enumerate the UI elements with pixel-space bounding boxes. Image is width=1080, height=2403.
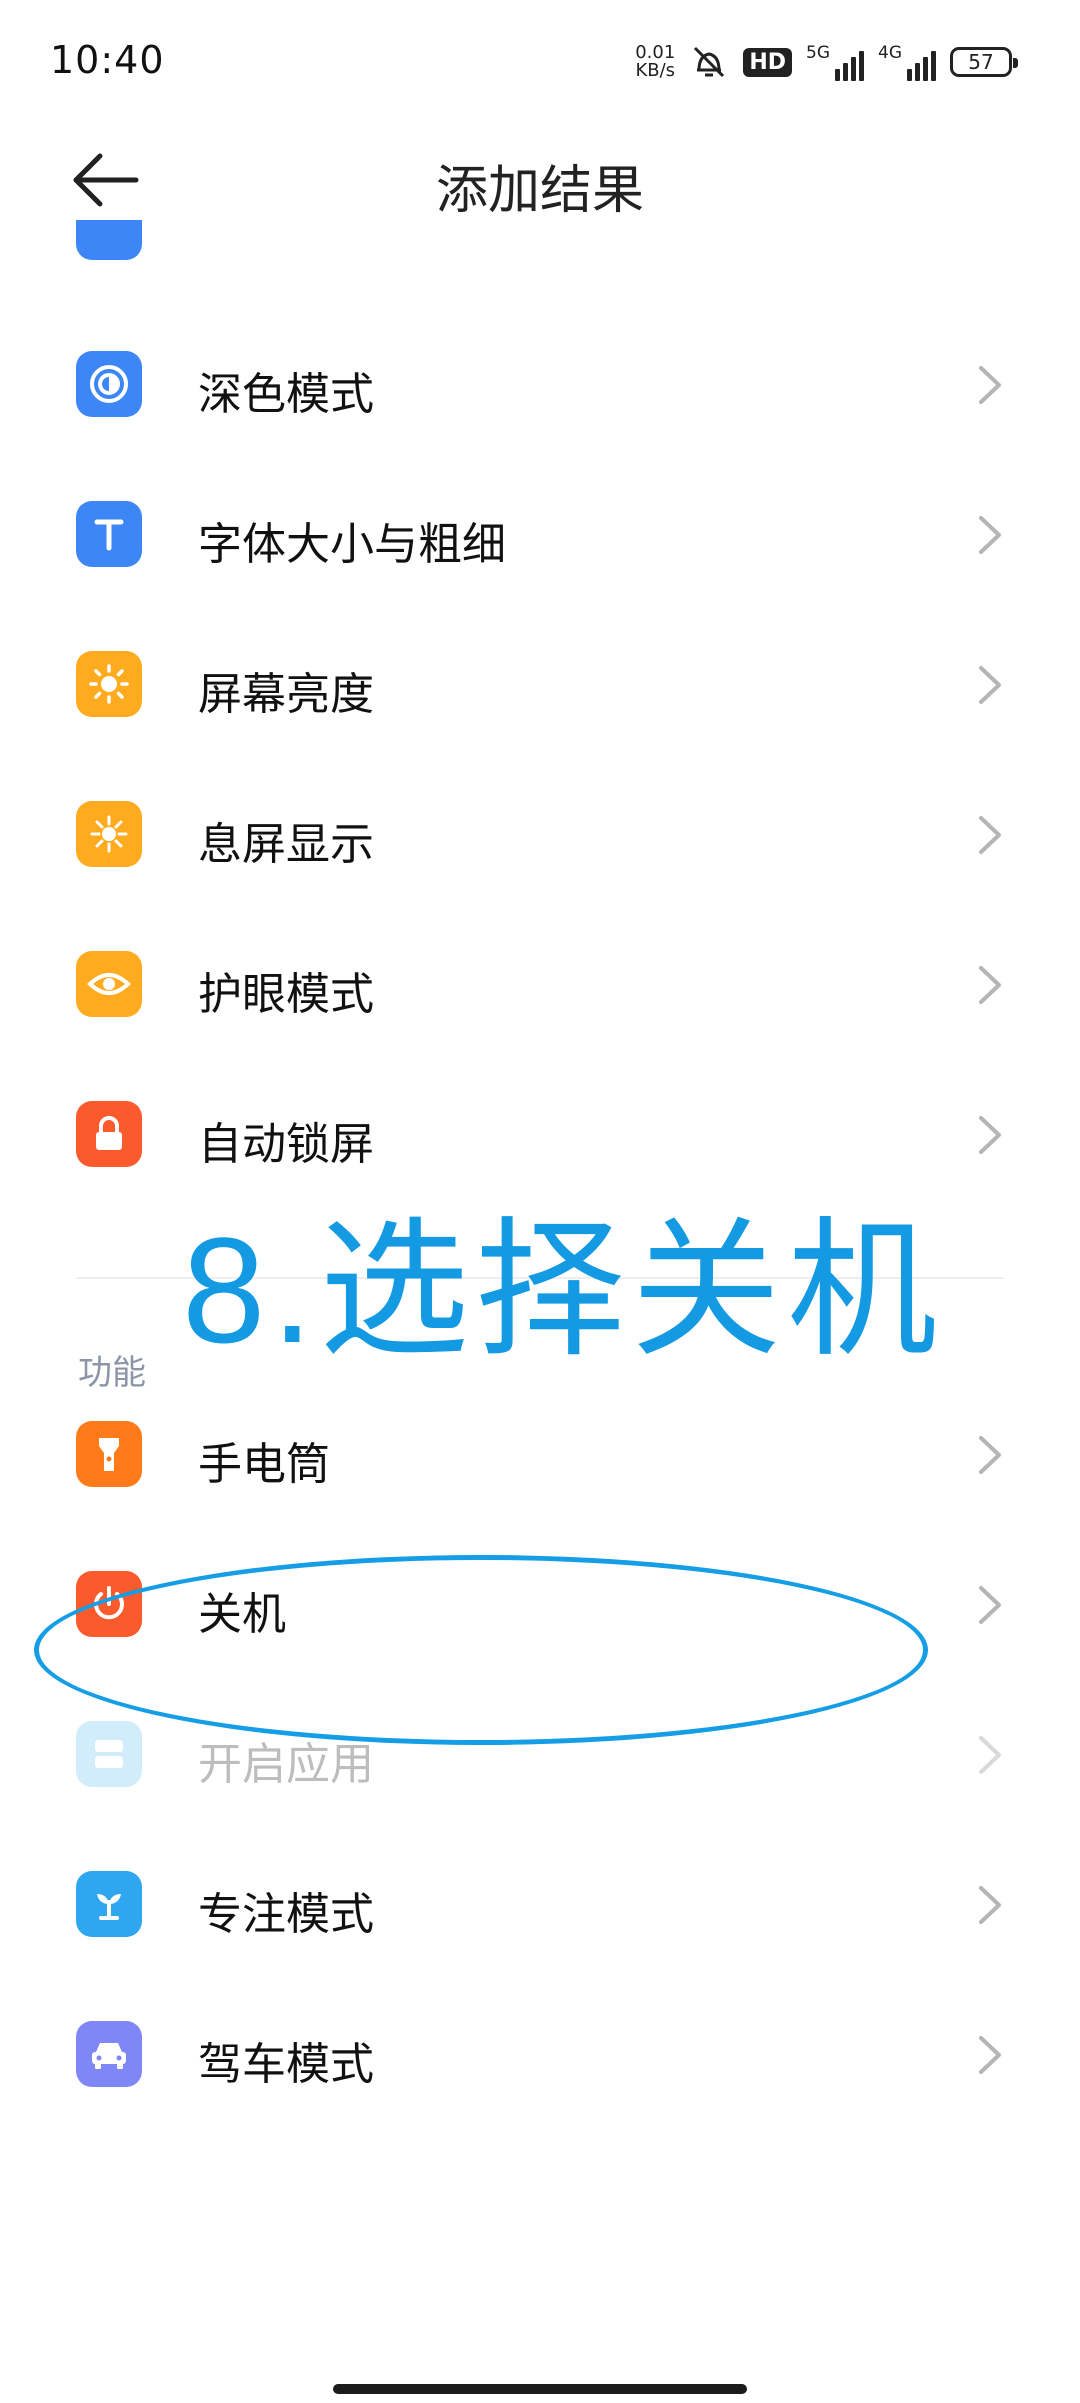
- battery-icon: 57: [950, 47, 1018, 77]
- alarm-off-icon: [694, 46, 725, 78]
- dark-mode-icon: [76, 351, 142, 417]
- open-app-icon: [76, 1721, 142, 1787]
- font-size-icon: [76, 501, 142, 567]
- list-item-label: 深色模式: [198, 369, 374, 420]
- chevron-right-icon: [979, 1436, 1001, 1474]
- page-title: 添加结果: [435, 161, 644, 221]
- signal-5g-icon: 5G: [806, 43, 864, 81]
- lock-icon: [76, 1101, 142, 1167]
- list-item-label: 驾车模式: [198, 2039, 374, 2090]
- chevron-right-icon: [979, 516, 1001, 554]
- annotation-step-text: 8.选择关机: [182, 1206, 944, 1374]
- list-item-label: 专注模式: [198, 1889, 374, 1940]
- chevron-right-icon: [979, 666, 1001, 704]
- list-item-focus-mode[interactable]: 专注模式: [0, 1830, 1080, 1980]
- hd-voice-icon: HD: [743, 47, 792, 77]
- eye-icon: [76, 951, 142, 1017]
- list-item-brightness[interactable]: 屏幕亮度: [0, 610, 1080, 760]
- home-indicator[interactable]: [333, 2384, 747, 2394]
- list-item-font-size[interactable]: 字体大小与粗细: [0, 460, 1080, 610]
- annotation-highlight-ellipse: [34, 1555, 928, 1745]
- flashlight-icon: [76, 1421, 142, 1487]
- status-bar: 10:40 0.01 KB/s HD 5G 4G 57: [0, 0, 1080, 130]
- focus-mode-icon: [76, 1871, 142, 1937]
- chevron-right-icon: [979, 816, 1001, 854]
- network-type-4g: 4G: [878, 43, 902, 63]
- list-item-driving-mode[interactable]: 驾车模式: [0, 1980, 1080, 2130]
- chevron-right-icon: [979, 966, 1001, 1004]
- list-item-label: 手电筒: [198, 1439, 330, 1490]
- status-icons: 0.01 KB/s HD 5G 4G 57: [635, 40, 1018, 84]
- list-item-flashlight[interactable]: 手电筒: [0, 1380, 1080, 1530]
- network-speed: 0.01 KB/s: [635, 44, 675, 80]
- list-item-label: 屏幕亮度: [198, 669, 374, 720]
- always-on-display-icon: [76, 801, 142, 867]
- list-item-always-on-display[interactable]: 息屏显示: [0, 760, 1080, 910]
- list-item-label: 自动锁屏: [198, 1119, 374, 1170]
- chevron-right-icon: [979, 366, 1001, 404]
- battery-level: 57: [968, 50, 994, 74]
- car-icon: [76, 2021, 142, 2087]
- list-item-label: 字体大小与粗细: [198, 519, 506, 570]
- chevron-right-icon: [979, 2036, 1001, 2074]
- partial-list-icon: [76, 220, 142, 260]
- chevron-right-icon: [979, 1116, 1001, 1154]
- chevron-right-icon: [979, 1736, 1001, 1774]
- network-type-5g: 5G: [806, 43, 830, 63]
- network-speed-unit: KB/s: [635, 60, 676, 81]
- list-item-dark-mode[interactable]: 深色模式: [0, 310, 1080, 460]
- list-item-label: 息屏显示: [198, 819, 374, 870]
- list-item-auto-lock[interactable]: 自动锁屏: [0, 1060, 1080, 1210]
- list-item-label: 护眼模式: [198, 969, 374, 1020]
- status-time: 10:40: [50, 38, 165, 82]
- signal-4g-icon: 4G: [878, 43, 936, 81]
- chevron-right-icon: [979, 1886, 1001, 1924]
- chevron-right-icon: [979, 1586, 1001, 1624]
- list-item-eye-care[interactable]: 护眼模式: [0, 910, 1080, 1060]
- brightness-icon: [76, 651, 142, 717]
